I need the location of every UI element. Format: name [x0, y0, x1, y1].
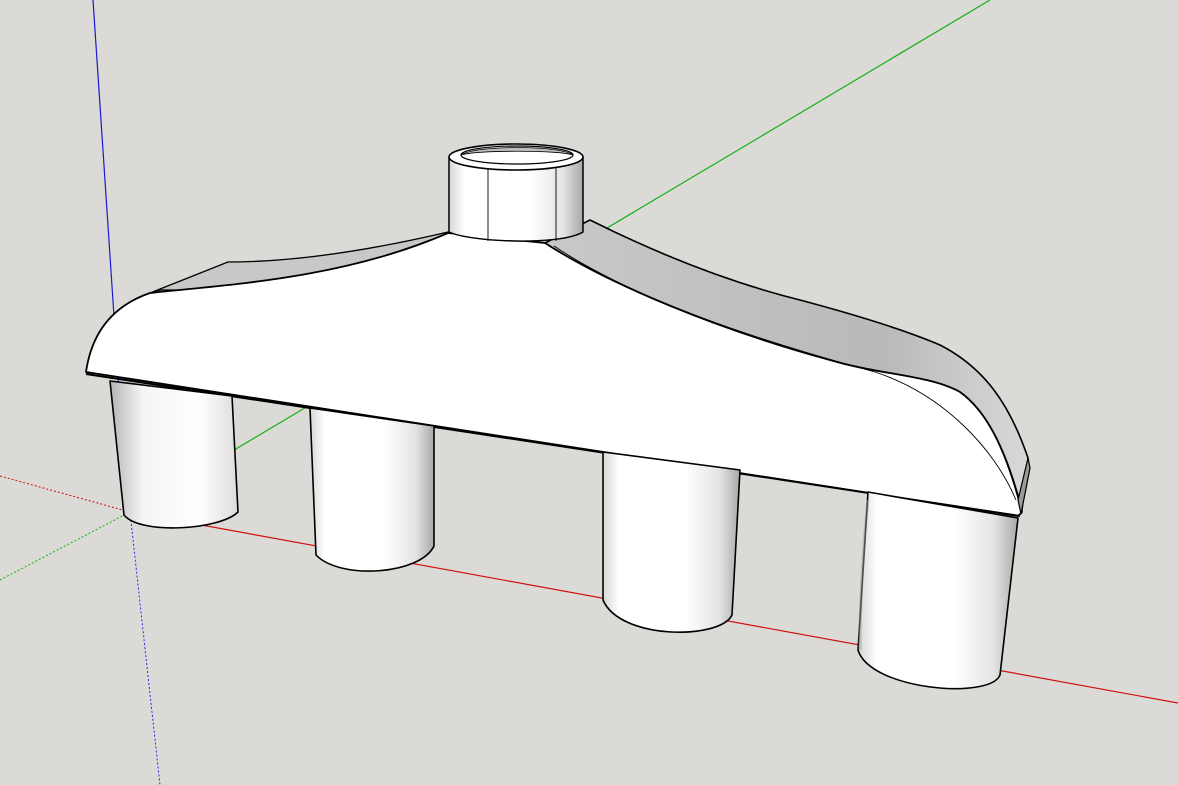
x-axis-negative: [0, 475, 131, 513]
leg-3-body[interactable]: [602, 451, 741, 633]
top-collar[interactable]: [448, 143, 584, 242]
leg-2[interactable]: [309, 407, 435, 572]
leg-1[interactable]: [109, 380, 239, 529]
z-axis-negative: [129, 511, 161, 785]
leg-4-body[interactable]: [857, 491, 1019, 690]
leg-3[interactable]: [602, 451, 741, 633]
3d-modeling-viewport[interactable]: [0, 0, 1178, 785]
leg-4[interactable]: [857, 491, 1019, 690]
3d-model[interactable]: [85, 143, 1031, 690]
leg-2-body[interactable]: [309, 407, 435, 572]
scene-canvas[interactable]: [0, 0, 1178, 785]
leg-1-body[interactable]: [109, 380, 239, 529]
y-axis-negative: [0, 511, 131, 581]
